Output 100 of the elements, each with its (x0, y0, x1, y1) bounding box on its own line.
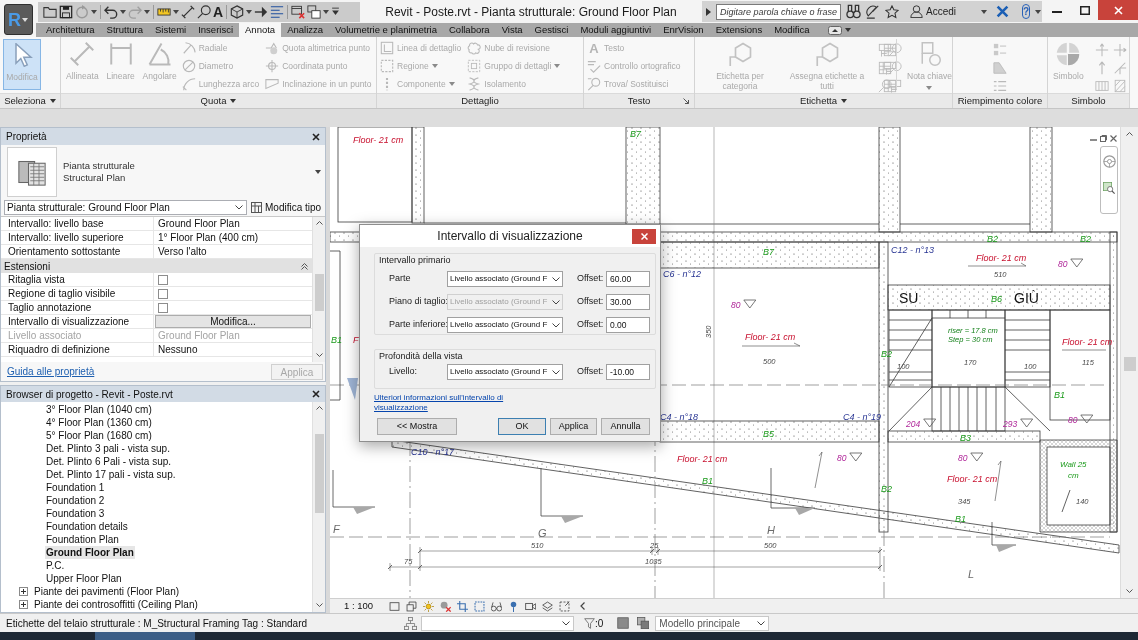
square-icon[interactable] (389, 600, 401, 612)
crop-icon[interactable] (457, 600, 469, 612)
caret-icon[interactable] (49, 99, 56, 103)
tree-item[interactable]: Foundation details (45, 520, 129, 533)
zoom-icon[interactable] (1103, 182, 1115, 194)
close-icon[interactable] (312, 132, 320, 141)
restore-icon[interactable] (1100, 135, 1107, 142)
panel-title[interactable]: Etichetta (800, 93, 837, 109)
caret-icon[interactable] (841, 99, 847, 103)
x-logo-icon[interactable] (996, 5, 1009, 18)
dialog-launcher-icon[interactable] (683, 98, 689, 104)
expand-arrow-icon[interactable] (706, 7, 711, 16)
tree-item[interactable]: Piante dei pavimenti (Floor Plan) (33, 585, 181, 598)
layers-icon[interactable] (542, 600, 554, 612)
dialog-button[interactable]: << Mostra (377, 418, 457, 435)
ribbon-tab[interactable]: Modifica (768, 23, 816, 37)
ribbon-toggle-icon[interactable] (827, 25, 842, 35)
camera-icon[interactable] (525, 600, 537, 612)
sign-in-button[interactable]: Accedi (910, 4, 956, 19)
tree-item[interactable]: Foundation 1 (45, 481, 106, 494)
ribbon-tab[interactable]: Annota (239, 23, 282, 37)
folder-icon[interactable] (43, 4, 57, 19)
offset-field[interactable]: 60.00 (606, 271, 650, 287)
aligned-dimension-icon[interactable] (181, 4, 195, 19)
caret-icon[interactable] (1035, 9, 1042, 14)
close-icon[interactable] (312, 390, 320, 398)
group-header[interactable]: Estensioni (1, 259, 312, 273)
expand-icon[interactable] (19, 587, 28, 596)
tree-item[interactable]: 5° Floor Plan (1680 cm) (45, 429, 153, 442)
tree-item[interactable]: Piante dei controsoffitti (Ceiling Plan) (33, 598, 199, 611)
offset-field[interactable]: 0.00 (606, 317, 650, 333)
collapse-icon[interactable] (301, 262, 308, 270)
caret-icon[interactable] (144, 9, 150, 14)
tree-item[interactable]: Det. Plinto 17 pali - vista sup. (45, 468, 177, 481)
tree-item[interactable]: 4° Floor Plan (1360 cm) (45, 416, 153, 429)
level-dropdown[interactable]: Livello associato (Ground F (447, 364, 563, 380)
caret-icon[interactable] (323, 9, 330, 14)
ribbon-tab[interactable]: Inserisci (192, 23, 239, 37)
section-arrow-icon[interactable] (254, 4, 269, 19)
scroll-down-icon[interactable] (315, 603, 323, 607)
filter-icon[interactable] (584, 617, 595, 629)
dialog-button[interactable]: Annulla (601, 418, 650, 435)
undo-icon[interactable] (104, 4, 118, 19)
tag-icon[interactable] (197, 4, 211, 19)
ribbon-tab[interactable]: Gestisci (528, 23, 575, 37)
ribbon-tab[interactable]: Vista (495, 23, 529, 37)
ribbon-tab[interactable]: Volumetrie e planimetria (329, 23, 443, 37)
instance-dropdown[interactable]: Pianta strutturale: Ground Floor Plan (4, 200, 247, 215)
glasses-icon[interactable] (491, 600, 503, 612)
steering-wheel-icon[interactable] (1102, 155, 1116, 168)
panel-title[interactable]: Quota (200, 93, 227, 109)
customize-icon[interactable] (331, 7, 341, 16)
search-field[interactable]: Digitare parola chiave o frase (716, 3, 841, 20)
checkbox[interactable] (158, 302, 168, 313)
crossed-circle-icon[interactable] (440, 600, 452, 612)
ribbon-tab[interactable]: Analizza (281, 23, 330, 37)
checkbox[interactable] (158, 274, 168, 285)
level-dropdown[interactable]: Livello associato (Ground F (447, 271, 563, 287)
level-dropdown[interactable]: Livello associato (Ground F (447, 317, 563, 333)
caret-icon[interactable] (230, 99, 237, 103)
scroll-up-icon[interactable] (315, 406, 323, 410)
tree-item[interactable]: Ground Floor Plan (45, 546, 135, 559)
maximize-icon[interactable] (1080, 6, 1090, 15)
close-button[interactable] (632, 228, 656, 244)
close-windows-icon[interactable] (291, 4, 306, 19)
close-icon[interactable] (1110, 135, 1117, 142)
cube-icon[interactable] (230, 4, 245, 19)
sun-icon[interactable] (423, 600, 435, 612)
scroll-up-icon[interactable] (1126, 132, 1133, 136)
view-scale-button[interactable]: 1 : 100 (344, 598, 374, 614)
filled-square-icon[interactable] (617, 617, 630, 629)
binoculars-icon[interactable] (846, 4, 861, 19)
help-link[interactable]: Guida alle proprietà (7, 364, 95, 379)
dialog-button[interactable]: Applica (550, 418, 597, 435)
tree-item[interactable]: Foundation Plan (45, 533, 120, 546)
caret-icon[interactable] (91, 9, 97, 14)
expand-icon[interactable] (19, 600, 28, 609)
scrollbar-thumb[interactable] (314, 434, 324, 513)
network-icon[interactable] (404, 616, 417, 630)
dialog-button[interactable]: OK (498, 418, 546, 435)
caret-icon[interactable] (246, 9, 253, 14)
overlapping-squares-icon[interactable] (637, 617, 650, 629)
panel-title[interactable]: Seleziona (4, 93, 46, 109)
tree-item[interactable]: Foundation 2 (45, 494, 106, 507)
ribbon-tab[interactable]: Architettura (40, 23, 101, 37)
tree-item[interactable]: Upper Floor Plan (45, 572, 123, 585)
chevron-left-icon[interactable] (580, 602, 586, 610)
switch-windows-icon[interactable] (307, 4, 322, 19)
offset-field[interactable]: -10.00 (606, 364, 650, 380)
save-icon[interactable] (59, 4, 73, 19)
tree-item[interactable]: Det. Plinto 6 Pali - vista sup. (45, 455, 173, 468)
caret-icon[interactable] (315, 170, 321, 174)
close-button[interactable] (1098, 0, 1138, 20)
stacked-squares-icon[interactable] (406, 600, 418, 612)
tree-item[interactable]: 3° Floor Plan (1040 cm) (45, 403, 153, 416)
ribbon-tab[interactable]: Collabora (443, 23, 496, 37)
caret-icon[interactable] (981, 9, 987, 14)
model-dropdown[interactable]: Modello principale (655, 615, 770, 631)
ribbon-tab[interactable]: Sistemi (149, 23, 193, 37)
checkbox[interactable] (158, 288, 168, 299)
